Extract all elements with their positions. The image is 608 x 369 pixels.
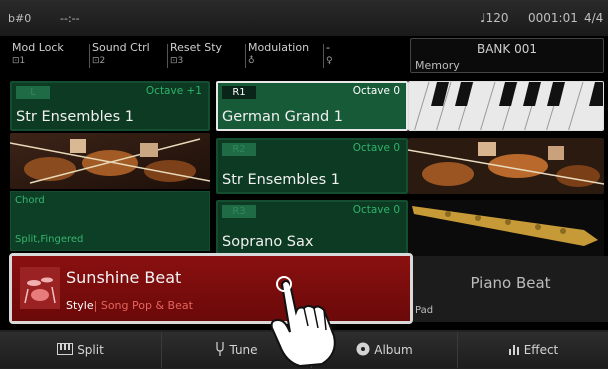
scale-indicator: --:-- [60,12,80,25]
modulation-button[interactable]: Modulation ♁ [244,38,324,72]
strings-image [408,138,604,194]
reset-sty-button[interactable]: Reset Sty ⊡3 [166,38,246,72]
modulation-label: Modulation [248,41,310,54]
sound-ctrl-button[interactable]: Sound Ctrl ⊡2 [88,38,168,72]
voice-l-tag: L [16,86,50,99]
voice-r1-panel[interactable]: R1 Octave 0 German Grand 1 [216,81,408,131]
control-bar: Mod Lock ⊡1 Sound Ctrl ⊡2 Reset Sty ⊡3 M… [0,36,608,76]
voice-r2-panel[interactable]: R2 Octave 0 Str Ensembles 1 [216,138,408,194]
reset-sty-label: Reset Sty [170,41,223,54]
pedal-button[interactable]: - ♀ [322,38,408,72]
voice-r1-octave: Octave 0 [352,85,400,97]
sound-ctrl-label: Sound Ctrl [92,41,150,54]
voice-r3-tag: R3 [222,205,256,218]
bank-label: BANK 001 [476,42,537,56]
style-mode-active[interactable]: Style [66,299,94,312]
voice-r1-name: German Grand 1 [222,109,343,125]
style-mode-other[interactable]: | Song Pop & Beat [94,299,193,312]
voice-l-octave: Octave +1 [145,85,202,97]
memory-bank-button[interactable]: BANK 001 Memory [410,38,604,73]
measure-display: 0001:01 [528,11,578,25]
mod-lock-button[interactable]: Mod Lock ⊡1 [8,38,90,72]
violin-image [10,133,210,189]
voice-r2-tag: R2 [222,143,256,156]
reset-sty-sub: ⊡3 [170,56,184,66]
style-panel[interactable]: Sunshine Beat Style| Song Pop & Beat [9,253,413,324]
effect-label: Effect [523,343,559,357]
piano-keys-image [408,81,604,131]
effect-button[interactable]: Effect [458,332,608,368]
tune-label: Tune [229,343,258,357]
voice-r1-tag: R1 [222,86,256,99]
voice-r2-name: Str Ensembles 1 [222,172,340,188]
tempo-display: ♩120 [480,11,509,25]
tuning-fork-icon [215,341,225,359]
chord-title: Chord [15,195,45,206]
time-signature: 4/4 [584,11,604,25]
piano-beat-panel[interactable]: Piano Beat Pad [413,256,608,322]
key-indicator: b#0 [8,12,32,25]
mod-lock-sub: ⊡1 [12,56,26,66]
tune-button[interactable]: Tune [162,332,312,368]
album-icon [356,342,370,359]
sound-ctrl-sub: ⊡2 [92,56,106,66]
voice-r2-octave: Octave 0 [352,142,400,154]
pad-label: Pad [415,305,434,316]
keyboard-icon [57,342,74,358]
memory-label: Memory [415,59,460,72]
album-label: Album [374,343,413,357]
album-button[interactable]: Album [312,332,458,368]
voice-r3-name: Soprano Sax [222,234,314,250]
modulation-icon: ♁ [248,56,255,66]
voice-l-name: Str Ensembles 1 [16,109,134,125]
piano-beat-title: Piano Beat [470,274,551,292]
effect-bars-icon [508,343,520,358]
chord-mode-value: Split,Fingered [15,234,84,245]
mod-lock-label: Mod Lock [12,41,64,54]
saxophone-image [408,200,604,256]
drum-kit-icon [20,267,60,309]
split-label: Split [77,343,104,357]
pedal-icon: ♀ [326,56,333,66]
style-mode-row: Style| Song Pop & Beat [66,299,193,312]
chord-mode-panel[interactable]: Chord Split,Fingered [10,191,210,251]
bottom-bar: Split Tune Album Effect [0,330,608,369]
style-title: Sunshine Beat [66,268,182,287]
voice-l-panel[interactable]: L Octave +1 Str Ensembles 1 [10,81,210,131]
pedal-label: - [326,41,330,54]
status-bar: b#0 --:-- ♩120 0001:01 4/4 [0,0,608,36]
voice-r3-octave: Octave 0 [352,204,400,216]
split-button[interactable]: Split [0,332,162,368]
voice-r3-panel[interactable]: R3 Octave 0 Soprano Sax [216,200,408,256]
